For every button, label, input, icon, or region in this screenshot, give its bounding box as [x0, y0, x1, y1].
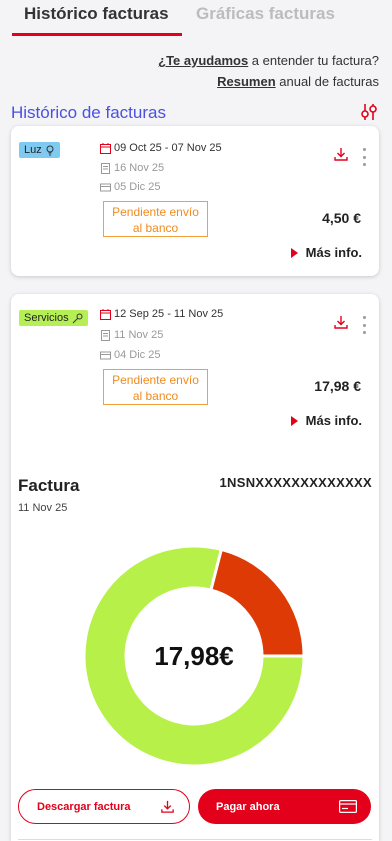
- charge-date-text: 05 Dic 25: [114, 181, 161, 193]
- invoice-type-tag: Servicios: [19, 310, 88, 326]
- summary-text: anual de facturas: [275, 74, 379, 89]
- download-icon: [160, 799, 175, 814]
- help-text: a entender tu factura?: [248, 53, 379, 68]
- pay-now-label: Pagar ahora: [216, 800, 280, 813]
- filter-icon[interactable]: [359, 102, 379, 122]
- wrench-icon: [72, 313, 83, 324]
- tab-bar: Histórico facturas Gráficas facturas: [0, 0, 392, 36]
- status-line-1: Pendiente envío: [112, 373, 199, 387]
- tab-graficas[interactable]: Gráficas facturas: [196, 4, 335, 24]
- caret-right-icon: [290, 415, 298, 426]
- issue-date: 11 Nov 25: [100, 329, 163, 341]
- more-info-link[interactable]: Más info.: [290, 413, 362, 428]
- divider: [18, 839, 372, 840]
- card-icon: [100, 350, 111, 361]
- credit-card-icon: [339, 800, 357, 813]
- more-info-link[interactable]: Más info.: [290, 245, 362, 260]
- charge-date: 04 Dic 25: [100, 349, 160, 361]
- tag-label: Servicios: [24, 312, 69, 324]
- download-icon[interactable]: [333, 314, 349, 330]
- period-text: 12 Sep 25 - 11 Nov 25: [114, 308, 224, 320]
- section-title: Histórico de facturas: [11, 103, 166, 122]
- help-line-1: ¿Te ayudamos a entender tu factura?: [158, 50, 379, 71]
- issue-date-text: 16 Nov 25: [114, 162, 165, 174]
- invoice-amount: 17,98 €: [314, 378, 361, 394]
- donut-svg: 17,98€: [82, 544, 306, 768]
- tag-label: Luz: [24, 144, 42, 156]
- download-invoice-label: Descargar factura: [37, 800, 131, 813]
- detail-title: Factura: [18, 476, 80, 495]
- more-info-label: Más info.: [305, 413, 362, 428]
- invoice-amount: 4,50 €: [322, 210, 361, 226]
- help-links: ¿Te ayudamos a entender tu factura? Resu…: [158, 50, 379, 92]
- pay-now-button[interactable]: Pagar ahora: [198, 789, 371, 824]
- period-text: 09 Oct 25 - 07 Nov 25: [114, 142, 222, 154]
- billing-period: 09 Oct 25 - 07 Nov 25: [100, 142, 222, 154]
- caret-right-icon: [290, 247, 298, 258]
- download-icon[interactable]: [333, 146, 349, 162]
- issue-date-text: 11 Nov 25: [114, 329, 164, 341]
- lightbulb-icon: [45, 145, 55, 156]
- invoice-donut-chart: 17,98€: [74, 536, 314, 776]
- charge-date: 05 Dic 25: [100, 181, 160, 193]
- kebab-menu-icon[interactable]: [361, 316, 367, 334]
- donut-total-label: 17,98€: [154, 641, 234, 671]
- document-icon: [100, 162, 111, 174]
- active-tab-indicator: [12, 33, 182, 36]
- summary-link[interactable]: Resumen: [217, 74, 276, 89]
- download-invoice-button[interactable]: Descargar factura: [18, 789, 190, 824]
- invoice-code: 1NSNXXXXXXXXXXXXX: [219, 475, 372, 490]
- status-line-2: al banco: [132, 389, 179, 403]
- calendar-icon: [100, 308, 111, 320]
- calendar-icon: [100, 142, 111, 154]
- status-line-1: Pendiente envío: [112, 205, 199, 219]
- invoice-card[interactable]: Servicios 12 Sep 25 - 11 Nov 25 11 Nov 2…: [11, 294, 379, 841]
- status-badge: Pendiente envío al banco: [103, 201, 208, 237]
- status-line-2: al banco: [132, 221, 179, 235]
- invoice-type-tag: Luz: [19, 142, 60, 158]
- help-link[interactable]: ¿Te ayudamos: [158, 53, 248, 68]
- invoice-card[interactable]: Luz 09 Oct 25 - 07 Nov 25 16 Nov 25 05 D…: [11, 126, 379, 276]
- tab-historico[interactable]: Histórico facturas: [24, 4, 169, 24]
- document-icon: [100, 329, 111, 341]
- card-icon: [100, 182, 111, 193]
- detail-date: 11 Nov 25: [18, 502, 68, 514]
- help-line-2: Resumen anual de facturas: [158, 71, 379, 92]
- issue-date: 16 Nov 25: [100, 162, 164, 174]
- billing-period: 12 Sep 25 - 11 Nov 25: [100, 308, 223, 320]
- more-info-label: Más info.: [305, 245, 362, 260]
- charge-date-text: 04 Dic 25: [114, 349, 161, 361]
- kebab-menu-icon[interactable]: [361, 148, 367, 166]
- status-badge: Pendiente envío al banco: [103, 369, 208, 405]
